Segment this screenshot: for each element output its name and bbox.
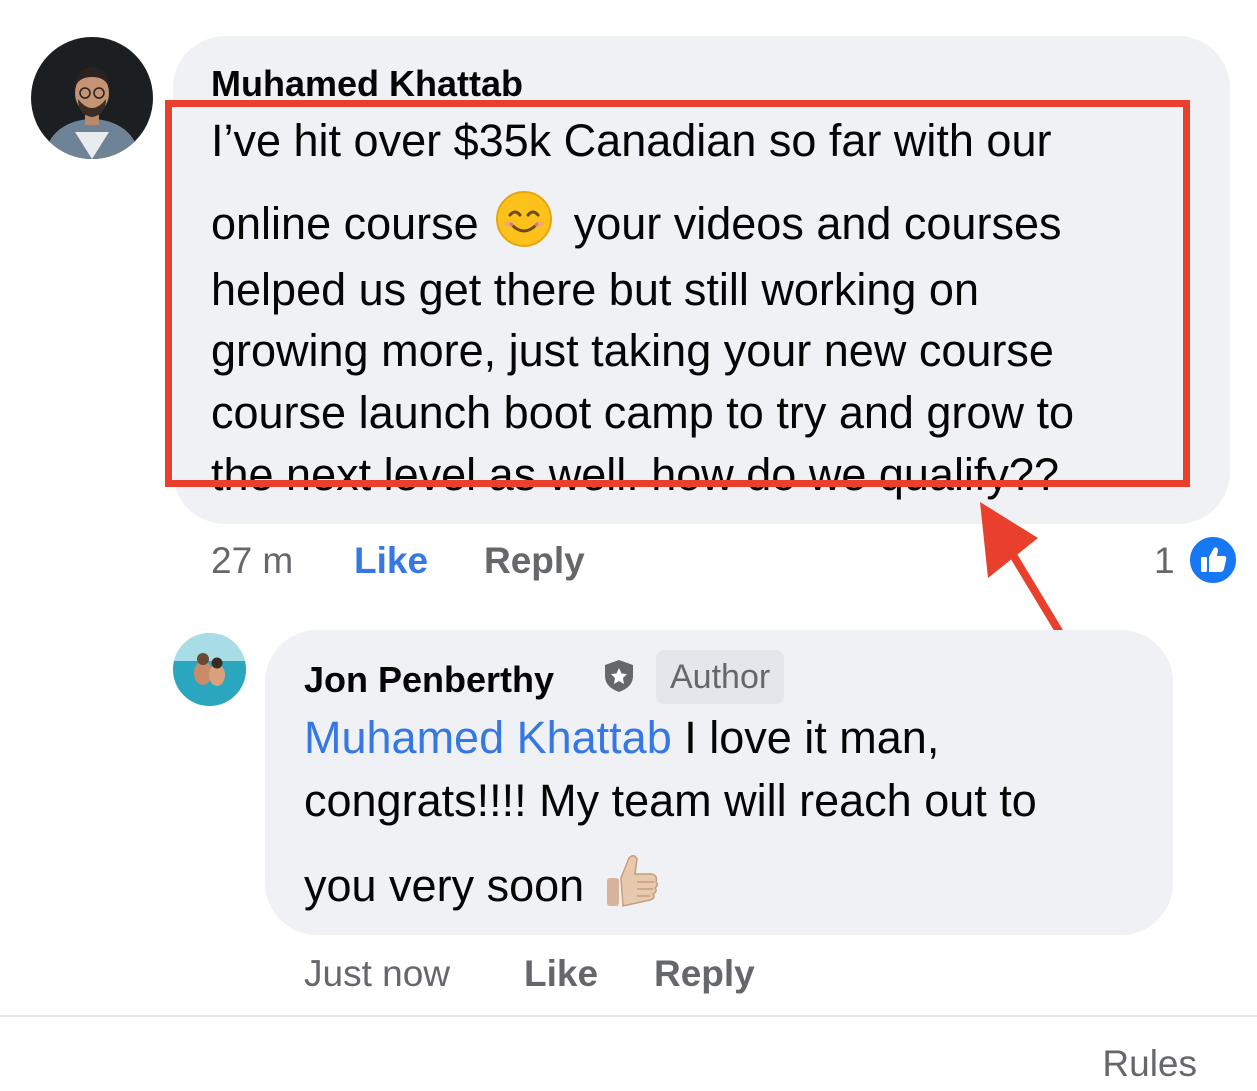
comment-line: helped us get there but still working on — [211, 264, 979, 315]
reply-text: Muhamed Khattab I love it man, congrats!… — [304, 707, 1164, 917]
thumbs-up-emoji-icon — [601, 850, 663, 917]
footer-divider — [0, 1015, 1257, 1017]
thumbs-up-reaction-icon[interactable] — [1188, 535, 1238, 585]
reply-timestamp[interactable]: Just now — [304, 954, 450, 994]
reply-line: you very soon — [304, 850, 671, 912]
comment-timestamp[interactable]: 27 m — [211, 540, 293, 581]
avatar-jon[interactable] — [173, 633, 246, 706]
comment-actions: 27 m — [211, 541, 293, 581]
reply-line-text: I love it man, — [671, 712, 940, 763]
comment-text: I’ve hit over $35k Canadian so far with … — [211, 110, 1181, 500]
avatar-muhamed[interactable] — [31, 37, 153, 159]
smiling-face-icon — [495, 190, 553, 264]
like-button[interactable]: Like — [354, 541, 428, 581]
reply-label[interactable]: Reply — [484, 540, 585, 581]
reply-reply-button[interactable]: Reply — [654, 954, 755, 994]
shield-badge-icon — [602, 658, 636, 694]
comment-line: the next level as well. how do we qualif… — [211, 449, 1059, 500]
comment-line-text: your videos and courses — [573, 197, 1062, 249]
avatar-photo — [173, 633, 246, 706]
reply-line: Muhamed Khattab I love it man, — [304, 707, 939, 769]
comment-line-text: online course — [211, 197, 479, 249]
comment-line: course launch boot camp to try and grow … — [211, 387, 1074, 438]
avatar-photo — [31, 37, 153, 159]
comment-line: growing more, just taking your new cours… — [211, 325, 1054, 376]
like-label[interactable]: Like — [354, 540, 428, 581]
author-badge: Author — [656, 650, 785, 704]
reply-label[interactable]: Reply — [654, 953, 755, 994]
comment-author-name[interactable]: Muhamed Khattab — [211, 64, 523, 104]
reply-line-text: you very soon — [304, 859, 585, 911]
rules-link[interactable]: Rules — [1102, 1042, 1197, 1086]
comment-line: I’ve hit over $35k Canadian so far with … — [211, 115, 1052, 166]
reply-button[interactable]: Reply — [484, 541, 585, 581]
like-label[interactable]: Like — [524, 953, 598, 994]
reply-like-button[interactable]: Like — [524, 954, 598, 994]
reply-author-name[interactable]: Jon Penberthy — [304, 660, 554, 700]
mention-link[interactable]: Muhamed Khattab — [304, 712, 672, 763]
comment-line: online course your videos and courses — [211, 190, 1061, 252]
reply-line: congrats!!!! My team will reach out to — [304, 775, 1037, 826]
